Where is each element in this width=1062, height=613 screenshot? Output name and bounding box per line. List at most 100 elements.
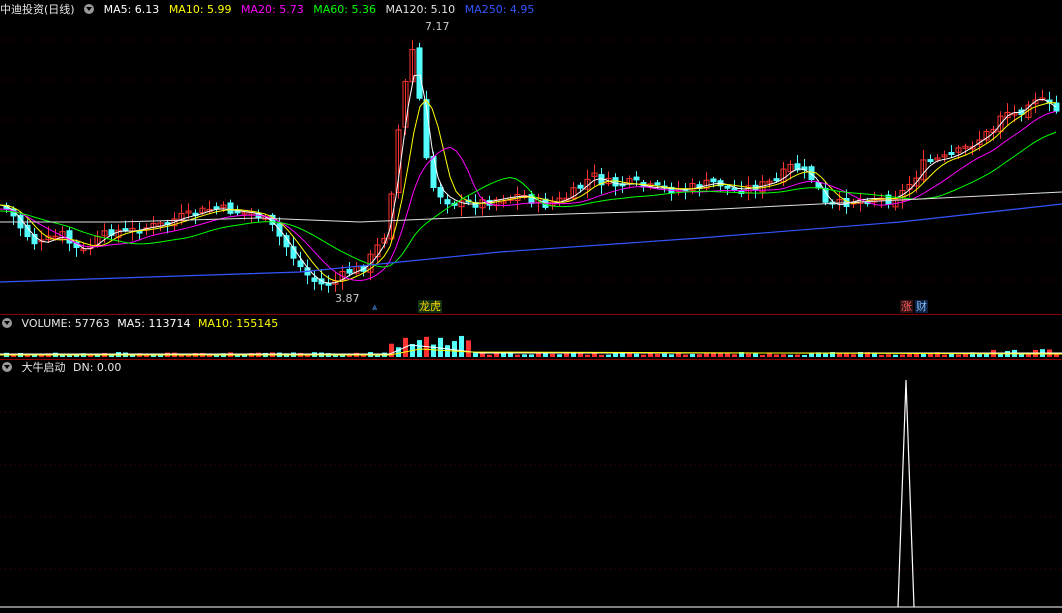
volume-bar [431, 344, 436, 357]
volume-bar [550, 353, 555, 357]
high-price-label: 7.17 [425, 20, 450, 33]
ma10-label: MA10: 5.99 [168, 3, 232, 16]
ma-line-0 [0, 74, 1057, 284]
candle-body [633, 176, 640, 181]
volume-bar [606, 354, 611, 357]
ma250-label: MA250: 4.95 [464, 3, 535, 16]
candle-body [528, 194, 535, 204]
candle-body [577, 184, 584, 189]
volume-bar [690, 353, 695, 357]
volume-bar [879, 354, 884, 357]
volume-bar [746, 353, 751, 357]
volume-bar [697, 354, 702, 357]
volume-bar [788, 354, 793, 357]
ma20-label: MA20: 5.73 [241, 3, 304, 16]
volume-bar [851, 354, 856, 357]
volume-bar [571, 353, 576, 357]
candle-body [437, 186, 444, 198]
volume-collapse-icon[interactable] [2, 318, 12, 328]
volume-bar [886, 354, 891, 357]
volume-bar [396, 347, 401, 357]
candle-body [724, 185, 731, 189]
price-header: 中迪投资(日线) MA5: 6.13 MA10: 5.99 MA20: 5.73… [0, 2, 540, 18]
volume-bar [634, 353, 639, 357]
volume-bar [893, 354, 898, 357]
volume-bar [459, 335, 464, 357]
volume-bar [557, 354, 562, 357]
volume-bar [781, 354, 786, 357]
volume-bar [956, 354, 961, 357]
price-pane[interactable]: 中迪投资(日线) MA5: 6.13 MA10: 5.99 MA20: 5.73… [0, 0, 1062, 314]
volume-ma5: MA5: 113714 [117, 317, 191, 330]
low-price-label: 3.87 [335, 292, 360, 305]
ma60-label: MA60: 5.36 [313, 3, 376, 16]
volume-bar [487, 354, 492, 357]
candle-body [948, 152, 955, 156]
candle-body [430, 155, 437, 189]
volume-bar [802, 354, 807, 357]
volume-bar [536, 353, 541, 357]
ma5-label: MA5: 6.13 [103, 3, 160, 16]
volume-bar [900, 354, 905, 357]
volume-bar [760, 354, 765, 357]
volume-header: VOLUME: 57763 MA5: 113714 MA10: 155145 [0, 316, 284, 332]
candle-body [346, 268, 353, 274]
candle-body [227, 202, 234, 214]
volume-bar [711, 353, 716, 357]
volume-bar [942, 354, 947, 357]
volume-bar [655, 353, 660, 357]
volume-bar [417, 340, 422, 357]
candle-body [444, 199, 451, 205]
volume-bar [774, 354, 779, 357]
volume-bar [613, 352, 618, 357]
zhang-tag[interactable]: 涨 [900, 300, 913, 313]
volume-value: VOLUME: 57763 [21, 317, 110, 330]
candle-body [654, 182, 661, 186]
volume-bar [914, 353, 919, 357]
volume-bar [599, 354, 604, 357]
volume-bar [662, 353, 667, 357]
volume-bar [753, 353, 758, 357]
longhu-tag[interactable]: 龙虎 [418, 300, 442, 313]
indicator-spike [897, 379, 915, 608]
candle-body [122, 228, 129, 232]
indicator-chart[interactable] [0, 360, 1062, 613]
indicator-title: 大牛启动 [21, 361, 66, 374]
candle-body [710, 178, 717, 183]
volume-bar [683, 354, 688, 357]
ma250-line [0, 203, 1062, 283]
volume-ma10: MA10: 155145 [197, 317, 279, 330]
candle-body [311, 277, 318, 282]
indicator-collapse-icon[interactable] [2, 362, 12, 372]
volume-bar [585, 354, 590, 357]
volume-bar [522, 354, 527, 357]
indicator-dn: DN: 0.00 [73, 361, 122, 374]
volume-bar [641, 354, 646, 357]
candle-body [213, 206, 220, 210]
volume-bar [515, 354, 520, 357]
indicator-pane[interactable]: 大牛启动 DN: 0.00 [0, 360, 1062, 613]
event-arrow-icon[interactable]: ⩓ [372, 304, 377, 313]
collapse-toggle-icon[interactable] [84, 4, 95, 14]
volume-bar [795, 354, 800, 357]
cai-tag[interactable]: 财 [915, 300, 928, 313]
price-chart[interactable] [0, 0, 1062, 314]
candle-body [773, 178, 780, 182]
volume-bar [508, 353, 513, 357]
candle-body [612, 177, 619, 187]
candle-body [927, 159, 934, 163]
ma120-label: MA120: 5.10 [385, 3, 456, 16]
volume-bar [669, 354, 674, 357]
volume-bar [529, 354, 534, 357]
ma-line-1 [0, 99, 1057, 282]
indicator-header: 大牛启动 DN: 0.00 [0, 360, 127, 376]
volume-bar [732, 354, 737, 357]
volume-bar [452, 341, 457, 357]
volume-bar [564, 353, 569, 357]
volume-bar [704, 353, 709, 357]
volume-pane[interactable]: VOLUME: 57763 MA5: 113714 MA10: 155145 [0, 315, 1062, 359]
volume-bar [466, 340, 471, 357]
volume-bar [1026, 353, 1031, 357]
volume-bar [578, 353, 583, 357]
volume-bar [844, 353, 849, 357]
